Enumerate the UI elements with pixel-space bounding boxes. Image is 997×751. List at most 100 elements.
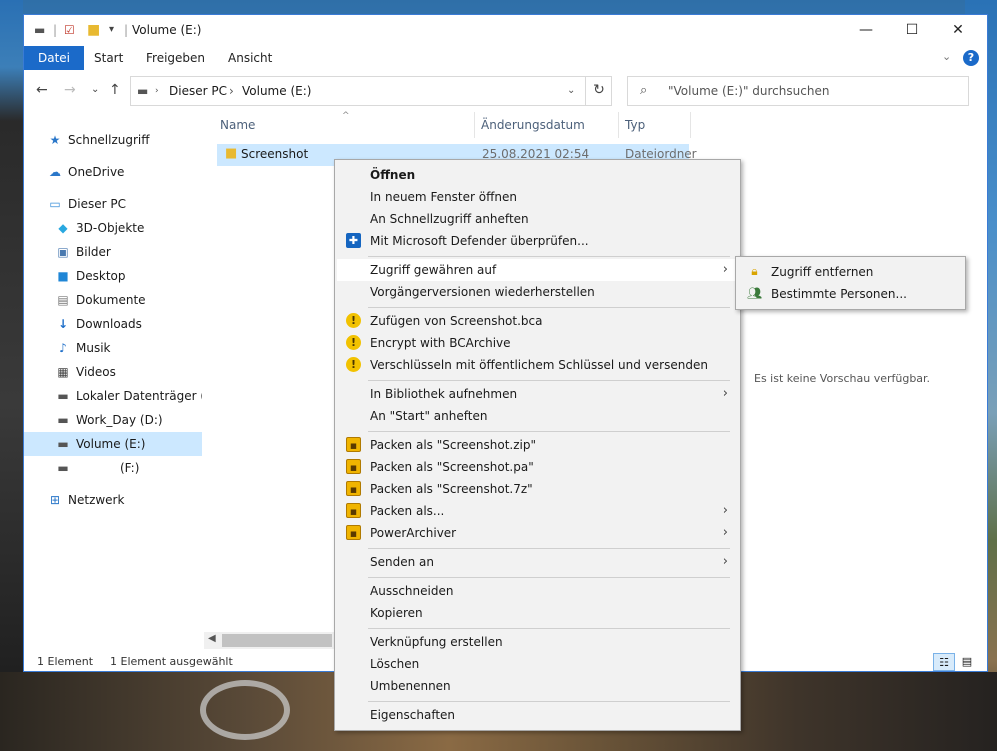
- menu-item-pack-as[interactable]: ▪ Packen als... ›: [337, 500, 738, 522]
- wallpaper-wheel: [200, 680, 290, 740]
- column-header-type[interactable]: Typ: [619, 112, 691, 138]
- give-access-submenu: 🔒︎ Zugriff entfernen 👥︎ Bestimmte Person…: [735, 256, 966, 310]
- menu-item-give-access[interactable]: Zugriff gewähren auf ›: [337, 259, 738, 281]
- menu-item-defender-scan[interactable]: ✚ Mit Microsoft Defender überprüfen...: [337, 230, 738, 252]
- menu-item-encrypt-public-key[interactable]: ! Verschlüsseln mit öffentlichem Schlüss…: [337, 354, 738, 376]
- separator: |: [53, 23, 58, 37]
- nav-item-3d-objekte[interactable]: ◆ 3D-Objekte: [24, 216, 202, 240]
- nav-item-downloads[interactable]: ↓ Downloads: [24, 312, 202, 336]
- column-header-date[interactable]: Änderungsdatum: [475, 112, 619, 138]
- menu-item-add-bca[interactable]: ! Zufügen von Screenshot.bca: [337, 310, 738, 332]
- chevron-right-icon[interactable]: ›: [229, 84, 234, 98]
- desktop-wallpaper-left: [0, 0, 23, 672]
- help-icon[interactable]: ?: [963, 50, 979, 66]
- nav-item-work-day-d[interactable]: ▬ Work_Day (D:): [24, 408, 202, 432]
- nav-item-dokumente[interactable]: ▤ Dokumente: [24, 288, 202, 312]
- breadcrumb-volume-e[interactable]: Volume (E:): [242, 84, 311, 98]
- nav-item-onedrive[interactable]: ☁ OneDrive: [24, 160, 202, 184]
- up-arrow-icon[interactable]: ↑: [109, 82, 121, 98]
- address-dropdown-icon[interactable]: ⌄: [567, 85, 575, 96]
- lock-icon: 🔒︎: [751, 264, 758, 278]
- menu-item-pack-pa[interactable]: ▪ Packen als "Screenshot.pa": [337, 456, 738, 478]
- nav-item-lokaler-datentraeger-c[interactable]: ▬ Lokaler Datenträger (C:): [24, 384, 202, 408]
- cloud-icon: ☁: [49, 165, 61, 179]
- large-icons-view-icon[interactable]: ▤: [956, 653, 978, 671]
- menu-item-encrypt-bcarchive[interactable]: ! Encrypt with BCArchive: [337, 332, 738, 354]
- ribbon-tabs: Datei Start Freigeben Ansicht ⌄ ?: [24, 46, 987, 70]
- menu-item-powerarchiver[interactable]: ▪ PowerArchiver ›: [337, 522, 738, 544]
- details-view-icon[interactable]: ☷: [933, 653, 955, 671]
- tab-freigeben[interactable]: Freigeben: [132, 46, 219, 70]
- menu-item-copy[interactable]: Kopieren: [337, 602, 738, 624]
- expand-ribbon-icon[interactable]: ⌄: [942, 50, 951, 63]
- menu-item-create-shortcut[interactable]: Verknüpfung erstellen: [337, 631, 738, 653]
- menu-item-oeffnen[interactable]: Öffnen: [337, 164, 738, 186]
- close-icon[interactable]: ✕: [935, 15, 981, 46]
- nav-item-videos[interactable]: ▦ Videos: [24, 360, 202, 384]
- menu-item-include-library[interactable]: In Bibliothek aufnehmen ›: [337, 383, 738, 405]
- status-item-count: 1 Element: [37, 655, 94, 668]
- menu-item-rename[interactable]: Umbenennen: [337, 675, 738, 697]
- navigation-row: ← → ⌄ ↑ ▬ › Dieser PC › Volume (E:) ⌄ ↻ …: [24, 70, 987, 110]
- menu-item-pin-start[interactable]: An "Start" anheften: [337, 405, 738, 427]
- menu-item-pack-zip[interactable]: ▪ Packen als "Screenshot.zip": [337, 434, 738, 456]
- address-bar[interactable]: ▬ › Dieser PC › Volume (E:) ⌄ ↻: [130, 76, 612, 106]
- minimize-icon[interactable]: —: [843, 15, 889, 46]
- file-name: Screenshot: [241, 147, 309, 161]
- forward-arrow-icon[interactable]: →: [64, 82, 76, 98]
- powerarchiver-icon: ▪: [346, 525, 361, 540]
- search-input[interactable]: [666, 82, 956, 100]
- menu-separator: [368, 701, 730, 702]
- maximize-icon[interactable]: ☐: [889, 15, 935, 46]
- scrollbar-thumb[interactable]: [222, 634, 332, 647]
- nav-item-f[interactable]: ▬ (F:): [24, 456, 202, 480]
- pictures-icon: ▣: [57, 245, 69, 259]
- nav-item-volume-e[interactable]: ▬ Volume (E:): [24, 432, 202, 456]
- submenu-arrow-icon: ›: [722, 503, 728, 518]
- menu-item-cut[interactable]: Ausschneiden: [337, 580, 738, 602]
- menu-item-send-to[interactable]: Senden an ›: [337, 551, 738, 573]
- nav-item-netzwerk[interactable]: ⊞ Netzwerk: [24, 488, 202, 512]
- menu-item-open-new-window[interactable]: In neuem Fenster öffnen: [337, 186, 738, 208]
- documents-icon: ▤: [57, 293, 69, 307]
- nav-item-schnellzugriff[interactable]: ★ Schnellzugriff: [24, 128, 202, 152]
- menu-separator: [368, 548, 730, 549]
- tab-start[interactable]: Start: [80, 46, 137, 70]
- window-title: Volume (E:): [132, 23, 202, 37]
- menu-item-properties[interactable]: Eigenschaften: [337, 704, 738, 726]
- shield-icon: ✚: [346, 233, 361, 248]
- back-arrow-icon[interactable]: ←: [36, 82, 48, 98]
- menu-separator: [368, 380, 730, 381]
- column-header-name[interactable]: Name: [214, 112, 475, 138]
- new-folder-icon[interactable]: ■: [87, 23, 100, 37]
- breadcrumb-dieser-pc[interactable]: Dieser PC: [169, 84, 227, 98]
- desktop-icon: ■: [57, 269, 69, 283]
- cube-icon: ◆: [58, 221, 68, 235]
- menu-item-restore-versions[interactable]: Vorgängerversionen wiederherstellen: [337, 281, 738, 303]
- powerarchiver-icon: ▪: [346, 459, 361, 474]
- nav-item-bilder[interactable]: ▣ Bilder: [24, 240, 202, 264]
- drive-icon: ▬: [57, 413, 69, 427]
- submenu-arrow-icon: ›: [722, 262, 728, 277]
- context-menu: Öffnen In neuem Fenster öffnen An Schnel…: [334, 159, 741, 731]
- quick-access-dropdown-icon[interactable]: ▾: [109, 23, 114, 37]
- title-bar[interactable]: ▬ | ☑ ■ ▾ | Volume (E:) — ☐ ✕: [24, 15, 987, 46]
- nav-item-dieser-pc[interactable]: ▭ Dieser PC: [24, 192, 202, 216]
- nav-item-musik[interactable]: ♪ Musik: [24, 336, 202, 360]
- tab-datei[interactable]: Datei: [24, 46, 85, 70]
- menu-item-delete[interactable]: Löschen: [337, 653, 738, 675]
- nav-item-desktop[interactable]: ■ Desktop: [24, 264, 202, 288]
- submenu-item-specific-people[interactable]: 👥︎ Bestimmte Personen...: [738, 283, 963, 305]
- submenu-item-remove-access[interactable]: 🔒︎ Zugriff entfernen: [738, 261, 963, 283]
- refresh-icon[interactable]: ↻: [585, 76, 612, 106]
- chevron-right-icon[interactable]: ›: [155, 86, 159, 96]
- properties-icon[interactable]: ☑: [64, 23, 75, 37]
- powerarchiver-icon: ▪: [346, 437, 361, 452]
- search-box[interactable]: ⌕: [627, 76, 969, 106]
- horizontal-scrollbar[interactable]: ◀: [204, 632, 336, 649]
- tab-ansicht[interactable]: Ansicht: [214, 46, 286, 70]
- menu-item-pack-7z[interactable]: ▪ Packen als "Screenshot.7z": [337, 478, 738, 500]
- menu-item-pin-quick-access[interactable]: An Schnellzugriff anheften: [337, 208, 738, 230]
- recent-locations-icon[interactable]: ⌄: [91, 84, 99, 95]
- scroll-left-icon[interactable]: ◀: [208, 633, 216, 644]
